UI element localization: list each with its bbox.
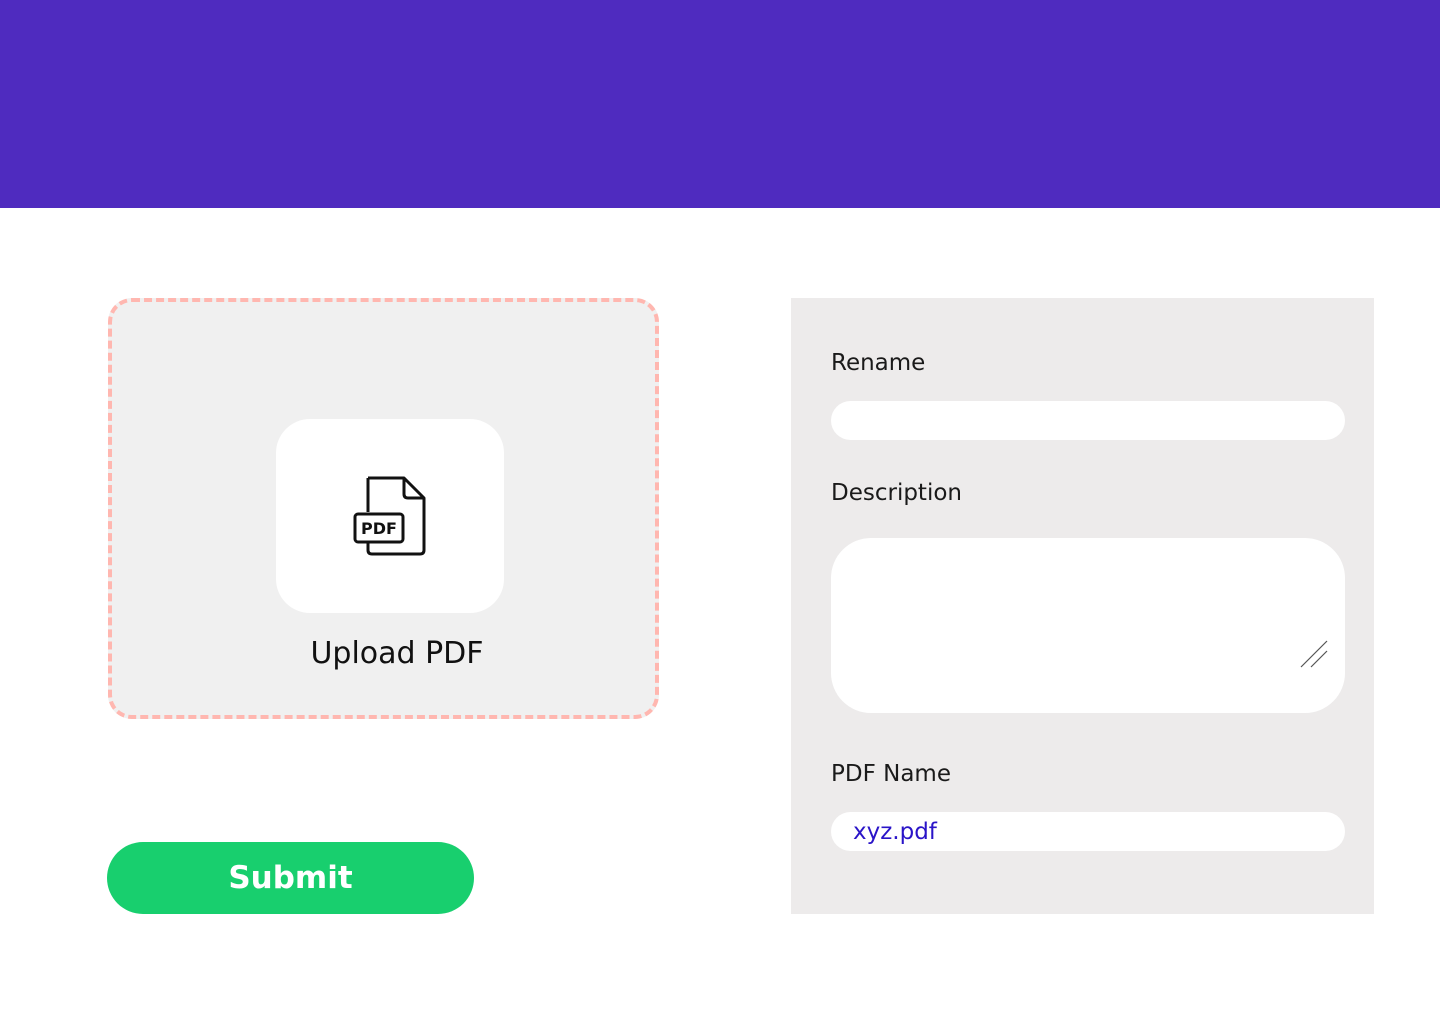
resize-handle-icon[interactable] (1299, 639, 1329, 669)
description-label: Description (831, 480, 962, 506)
submit-button[interactable]: Submit (107, 842, 474, 914)
pdf-name-value: xyz.pdf (853, 818, 937, 845)
form-panel: Rename Description PDF Name xyz.pdf (791, 298, 1374, 914)
rename-input[interactable] (831, 401, 1345, 440)
pdf-upload-dropzone[interactable]: PDF Upload PDF (108, 298, 659, 719)
rename-label: Rename (831, 350, 926, 376)
pdf-name-field[interactable]: xyz.pdf (831, 812, 1345, 851)
pdf-name-label: PDF Name (831, 761, 951, 787)
pdf-icon-text: PDF (361, 519, 397, 538)
header-bar (0, 0, 1440, 208)
upload-icon-tile[interactable]: PDF (276, 419, 504, 613)
description-textarea[interactable] (831, 538, 1345, 713)
pdf-file-icon: PDF (353, 476, 426, 556)
upload-label: Upload PDF (310, 636, 484, 671)
